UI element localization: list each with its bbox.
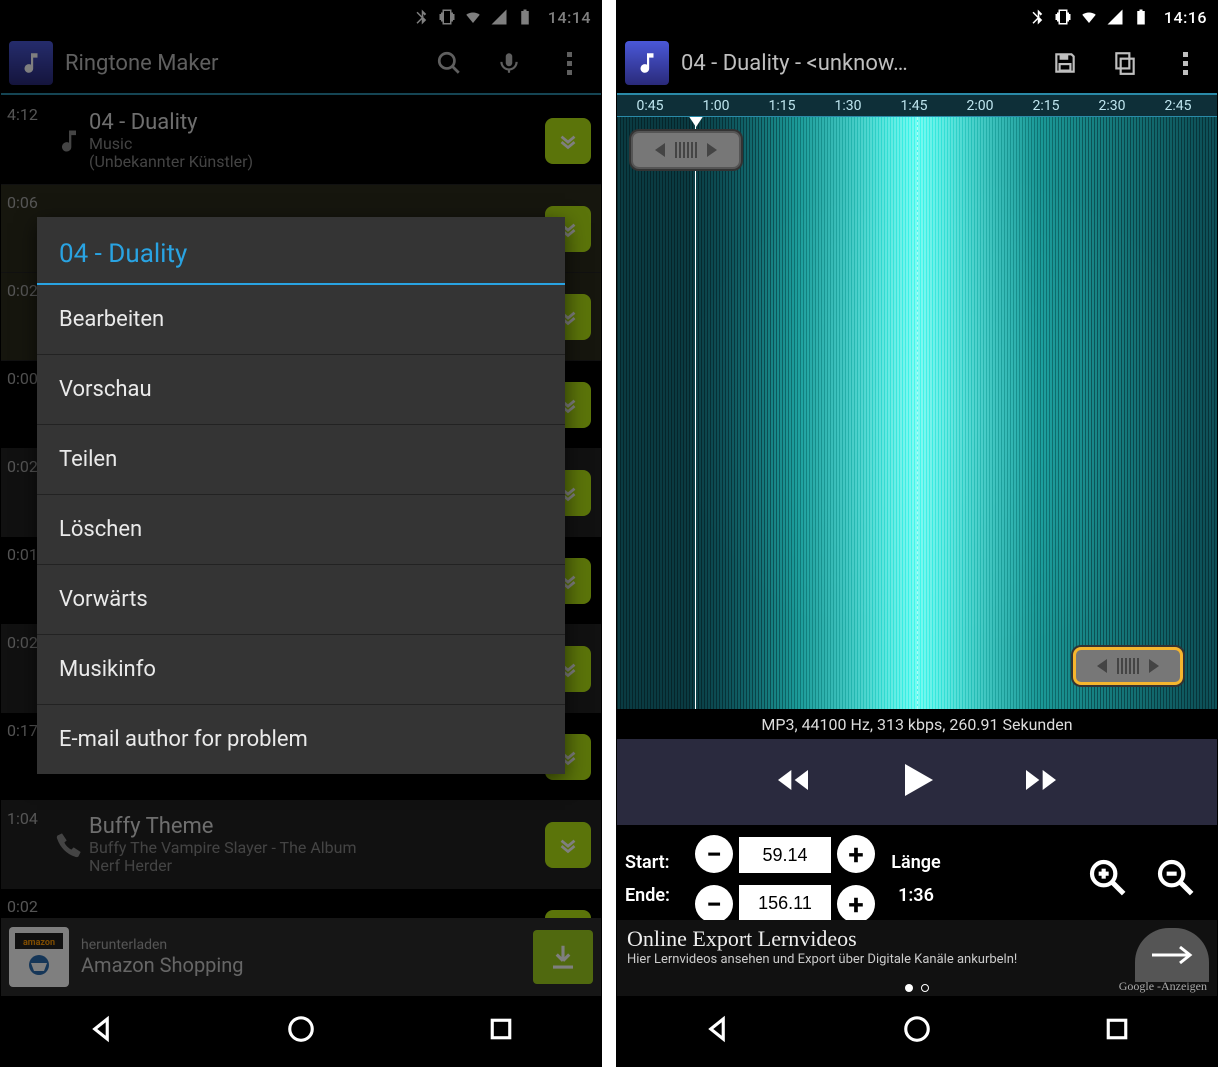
vibrate-icon [1054, 8, 1072, 26]
ad-title: Online Export Lernvideos [627, 926, 1207, 952]
status-bar: 14:16 [617, 1, 1217, 33]
rewind-button[interactable] [773, 760, 813, 804]
end-minus-button[interactable]: − [695, 885, 733, 923]
context-menu-item[interactable]: Vorschau [37, 355, 565, 425]
zoom-out-icon [1155, 857, 1195, 897]
battery-icon [1132, 8, 1150, 26]
ad-banner[interactable]: Online Export Lernvideos Hier Lernvideos… [617, 920, 1217, 996]
android-nav-bar [617, 996, 1217, 1066]
signal-icon [1106, 8, 1124, 26]
timeline-tick: 0:45 [617, 98, 683, 114]
nav-recent-button[interactable] [486, 1014, 516, 1048]
bluetooth-icon [1028, 8, 1046, 26]
copy-button[interactable] [1101, 39, 1149, 87]
wifi-icon [1080, 8, 1098, 26]
length-label: Länge [881, 852, 951, 873]
edit-bar: Start: Ende: − − + + Länge 1:36 [617, 825, 1217, 933]
copy-icon [1112, 50, 1138, 76]
nav-back-button[interactable] [702, 1014, 732, 1048]
save-button[interactable] [1041, 39, 1089, 87]
playhead-line [917, 117, 918, 709]
nav-back-button[interactable] [86, 1014, 116, 1048]
forward-button[interactable] [1021, 760, 1061, 804]
end-input[interactable] [739, 885, 831, 921]
audio-info: MP3, 44100 Hz, 313 kbps, 260.91 Sekunden [617, 709, 1217, 739]
ad-brand: Google -Anzeigen [1119, 979, 1207, 994]
context-menu-item[interactable]: Musikinfo [37, 635, 565, 705]
context-menu-item[interactable]: Bearbeiten [37, 285, 565, 355]
dialog-title: 04 - Duality [37, 217, 565, 285]
timeline-tick: 1:00 [683, 98, 749, 114]
context-menu-item[interactable]: Teilen [37, 425, 565, 495]
end-plus-button[interactable]: + [837, 885, 875, 923]
ad-arrow-button[interactable] [1135, 928, 1209, 982]
context-menu-item[interactable]: Vorwärts [37, 565, 565, 635]
nav-recent-button[interactable] [1102, 1014, 1132, 1048]
end-handle[interactable] [1073, 647, 1183, 685]
timeline-tick: 3:0 [1211, 98, 1218, 114]
start-input[interactable] [739, 837, 831, 873]
zoom-in-icon [1087, 857, 1127, 897]
start-marker[interactable] [695, 117, 696, 709]
length-value: 1:36 [881, 885, 951, 906]
app-bar: 04 - Duality - <unknow… [617, 33, 1217, 95]
timeline-tick: 2:30 [1079, 98, 1145, 114]
timeline-tick: 2:00 [947, 98, 1013, 114]
ad-pager-dots [905, 984, 929, 992]
play-button[interactable] [893, 756, 941, 808]
context-menu-item[interactable]: Löschen [37, 495, 565, 565]
timeline-ruler[interactable]: 0:451:001:151:301:452:002:152:302:453:0 [617, 95, 1217, 117]
nav-home-button[interactable] [286, 1014, 316, 1048]
timeline-tick: 2:45 [1145, 98, 1211, 114]
end-label: Ende: [625, 885, 689, 906]
timeline-tick: 1:45 [881, 98, 947, 114]
arrow-right-icon [1150, 944, 1194, 966]
rewind-icon [773, 760, 813, 800]
play-icon [893, 756, 941, 804]
timeline-tick: 1:15 [749, 98, 815, 114]
start-minus-button[interactable]: − [695, 835, 733, 873]
context-menu-dialog: 04 - Duality BearbeitenVorschauTeilenLös… [37, 217, 565, 774]
start-plus-button[interactable]: + [837, 835, 875, 873]
floppy-disk-icon [1052, 50, 1078, 76]
zoom-out-button[interactable] [1155, 857, 1195, 902]
phone-right: 14:16 04 - Duality - <unknow… 0:451:001:… [616, 0, 1218, 1067]
phone-left: 14:14 Ringtone Maker 4:1204 - DualityMus… [0, 0, 602, 1067]
timeline-tick: 2:15 [1013, 98, 1079, 114]
app-logo-icon [625, 41, 669, 85]
android-nav-bar [1, 996, 601, 1066]
waveform-view[interactable] [617, 117, 1217, 709]
zoom-in-button[interactable] [1087, 857, 1127, 902]
ad-sub: Hier Lernvideos ansehen und Export über … [627, 952, 1207, 967]
app-title: 04 - Duality - <unknow… [681, 51, 1029, 76]
start-handle[interactable] [631, 131, 741, 169]
start-label: Start: [625, 852, 689, 873]
timeline-tick: 1:30 [815, 98, 881, 114]
status-time: 14:16 [1164, 8, 1207, 27]
context-menu-item[interactable]: E-mail author for problem [37, 705, 565, 774]
overflow-menu-button[interactable] [1161, 39, 1209, 87]
overflow-icon [1183, 52, 1188, 75]
transport-controls [617, 739, 1217, 825]
nav-home-button[interactable] [902, 1014, 932, 1048]
fast-forward-icon [1021, 760, 1061, 800]
